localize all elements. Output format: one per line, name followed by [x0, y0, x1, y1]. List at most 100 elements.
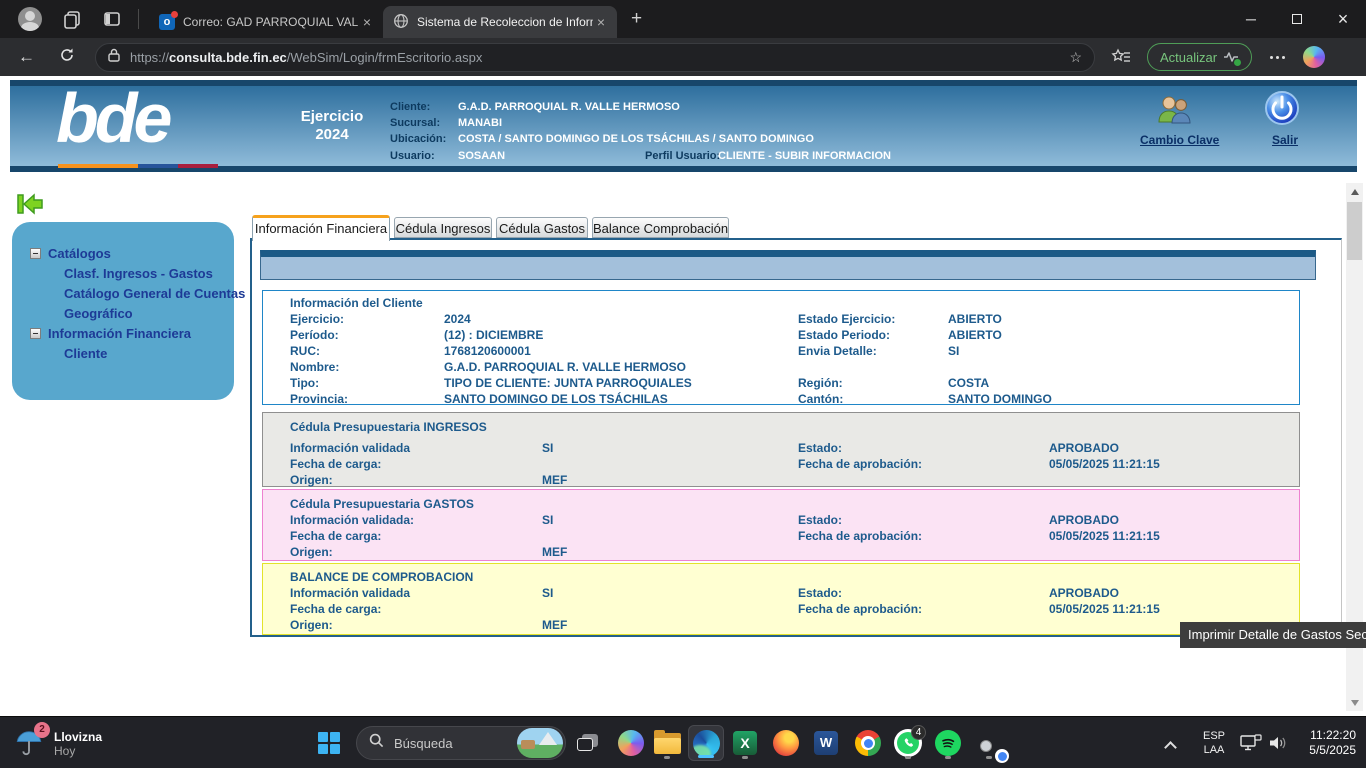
logout-power-icon[interactable]: [1264, 90, 1300, 131]
network-icon[interactable]: [1240, 734, 1262, 757]
profile-badge: [980, 740, 992, 752]
address-bar[interactable]: https://consulta.bde.fin.ec/WebSim/Login…: [95, 43, 1095, 72]
tab-close-icon[interactable]: ×: [593, 14, 609, 30]
field-cliente: Cliente:G.A.D. PARROQUIAL R. VALLE HERMO…: [390, 101, 430, 113]
excel-icon[interactable]: X: [727, 725, 763, 761]
window-controls: ─ ×: [1228, 0, 1366, 38]
panel-cedula-ingresos: Cédula Presupuestaria INGRESOS Informaci…: [262, 412, 1300, 487]
new-tab-button[interactable]: +: [631, 8, 642, 30]
panel-row: Origen:MEF: [263, 618, 1299, 633]
scroll-down-arrow[interactable]: [1346, 694, 1363, 711]
panel-row: Origen:MEF: [263, 473, 1299, 488]
browser-tab-sistema[interactable]: Sistema de Recoleccion de Inform ×: [383, 6, 617, 38]
actualizar-label: Actualizar: [1160, 50, 1217, 65]
tab-informacion-financiera[interactable]: Información Financiera: [252, 215, 390, 241]
chrome-profile-icon[interactable]: [971, 725, 1007, 761]
web-page: bde Ejercicio 2024 Cliente:G.A.D. PARROQ…: [0, 76, 1366, 716]
whatsapp-badge: 4: [911, 725, 926, 740]
field-sucursal: Sucursal:MANABI: [390, 117, 440, 129]
status-dot: [1233, 58, 1242, 67]
edge-icon[interactable]: [688, 725, 724, 761]
panel-row: Ejercicio:2024Estado Ejercicio:ABIERTO: [263, 312, 1299, 327]
language-indicator[interactable]: ESP LAA: [1196, 729, 1232, 757]
copilot-taskbar-icon[interactable]: [613, 725, 649, 761]
browser-profile-avatar[interactable]: [18, 7, 42, 31]
panel-row: Fecha de carga:Fecha de aprobación:05/05…: [263, 602, 1299, 617]
tab-close-icon[interactable]: ×: [359, 14, 375, 30]
taskbar-search[interactable]: Búsqueda: [356, 726, 566, 760]
task-view-button[interactable]: [570, 725, 606, 761]
start-button[interactable]: [318, 732, 341, 755]
health-pulse-icon: [1223, 50, 1239, 64]
tooltip-imprimir-detalle: Imprimir Detalle de Gastos Sector: [1180, 622, 1366, 648]
taskbar-clock[interactable]: 11:22:20 5/5/2025: [1309, 728, 1356, 758]
panel-row: Información validadaSIEstado:APROBADO: [263, 586, 1299, 601]
tab-actions-icon[interactable]: [102, 9, 122, 29]
panel-row: Información validada:SIEstado:APROBADO: [263, 513, 1299, 528]
sidebar-item-clasf-ingresos-gastos[interactable]: Clasf. Ingresos - Gastos: [64, 266, 213, 282]
scroll-up-arrow[interactable]: [1346, 183, 1363, 200]
tab-title: Correo: GAD PARROQUIAL VALLE: [183, 15, 359, 29]
back-button[interactable]: ←: [18, 47, 35, 67]
tab-balance-comprobacion[interactable]: Balance Comprobación: [592, 217, 729, 238]
content-container: Información del Cliente Ejercicio:2024Es…: [250, 238, 1342, 637]
tray-expand-chevron-icon[interactable]: [1164, 741, 1177, 754]
tab-title: Sistema de Recoleccion de Inform: [417, 15, 593, 29]
outlook-icon: o: [159, 14, 175, 30]
panel-balance-comprobacion: BALANCE DE COMPROBACION Información vali…: [262, 563, 1300, 635]
collapse-menu-arrow-icon[interactable]: [16, 192, 44, 221]
panel-row: Información validadaSIEstado:APROBADO: [263, 441, 1299, 456]
browser-toolbar: ← https://consulta.bde.fin.ec/WebSim/Log…: [0, 38, 1366, 76]
browser-tab-mail[interactable]: o Correo: GAD PARROQUIAL VALLE ×: [149, 6, 383, 38]
minimize-button[interactable]: ─: [1228, 0, 1274, 38]
maximize-button[interactable]: [1274, 0, 1320, 38]
date: 5/5/2025: [1309, 743, 1356, 758]
refresh-button[interactable]: [59, 47, 75, 68]
search-placeholder: Búsqueda: [394, 736, 517, 751]
workspaces-icon[interactable]: [62, 9, 82, 29]
panel-title: BALANCE DE COMPROBACION: [290, 570, 473, 584]
tab-cedula-gastos[interactable]: Cédula Gastos: [496, 217, 588, 238]
screen: o Correo: GAD PARROQUIAL VALLE × Sistema…: [0, 0, 1366, 768]
weather-widget[interactable]: 2 Llovizna Hoy: [8, 725, 148, 763]
perfil-usuario-label: Perfil Usuario:: [645, 150, 720, 162]
salir-link[interactable]: Salir: [1272, 133, 1298, 147]
panel-row: Tipo:TIPO DE CLIENTE: JUNTA PARROQUIALES…: [263, 376, 1299, 391]
sidebar-menu: Catálogos Clasf. Ingresos - Gastos Catál…: [12, 222, 234, 400]
file-explorer-icon[interactable]: [649, 725, 685, 761]
panel-row: Nombre:G.A.D. PARROQUIAL R. VALLE HERMOS…: [263, 360, 1299, 375]
field-ubicacion: Ubicación:COSTA / SANTO DOMINGO DE LOS T…: [390, 133, 446, 145]
tab-cedula-ingresos[interactable]: Cédula Ingresos: [394, 217, 492, 238]
sidebar-item-catalogo-general-cuentas[interactable]: Catálogo General de Cuentas: [64, 286, 245, 302]
actualizar-button[interactable]: Actualizar: [1147, 43, 1252, 71]
collapse-node-icon[interactable]: [30, 328, 41, 339]
panel-row: Provincia:SANTO DOMINGO DE LOS TSÁCHILAS…: [263, 392, 1299, 407]
sidebar-item-cliente[interactable]: Cliente: [64, 346, 107, 362]
titlebar-separator: [138, 9, 139, 29]
panel-row: Período:(12) : DICIEMBREEstado Periodo:A…: [263, 328, 1299, 343]
whatsapp-icon[interactable]: 4: [890, 725, 926, 761]
copilot-icon[interactable]: [1303, 46, 1325, 68]
favorites-bar-icon[interactable]: [1111, 48, 1131, 66]
chrome-icon[interactable]: [850, 725, 886, 761]
spotify-icon[interactable]: [930, 725, 966, 761]
word-icon[interactable]: W: [808, 725, 844, 761]
cambio-clave-link[interactable]: Cambio Clave: [1140, 133, 1219, 147]
collapse-node-icon[interactable]: [30, 248, 41, 259]
close-button[interactable]: ×: [1320, 0, 1366, 38]
firefox-icon[interactable]: [768, 725, 804, 761]
logo-underline: [58, 164, 218, 168]
panel-row: RUC:1768120600001Envia Detalle:SI: [263, 344, 1299, 359]
lock-icon[interactable]: [108, 48, 120, 67]
sidebar-item-geografico[interactable]: Geográfico: [64, 306, 133, 322]
panel-row: Fecha de carga:Fecha de aprobación:05/05…: [263, 529, 1299, 544]
scrollbar-thumb[interactable]: [1347, 202, 1362, 260]
time: 11:22:20: [1309, 728, 1356, 743]
panel-title: Cédula Presupuestaria GASTOS: [290, 497, 474, 511]
search-icon: [369, 733, 384, 753]
more-menu-icon[interactable]: [1270, 56, 1285, 59]
perfil-usuario-value: CLIENTE - SUBIR INFORMACION: [718, 150, 891, 162]
favorite-star-icon[interactable]: ☆: [1069, 49, 1082, 66]
volume-icon[interactable]: [1268, 734, 1288, 757]
change-password-icon[interactable]: [1155, 94, 1193, 131]
